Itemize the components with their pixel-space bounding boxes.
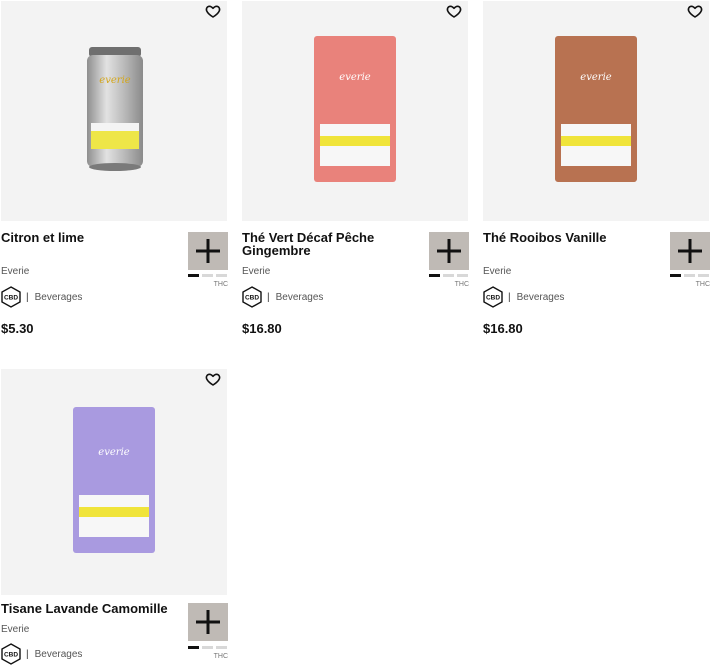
add-to-cart-button[interactable] [188,603,228,641]
cbd-hexagon-icon: CBD [1,286,21,308]
product-category: Beverages [34,648,83,660]
potency-bar [216,274,227,277]
product-name[interactable]: Thé Rooibos Vanille [483,231,661,244]
potency-bar [684,274,695,277]
product-card[interactable]: everie Citron et lime Everie CBD | Bever… [1,1,229,336]
product-card[interactable]: everie Tisane Lavande Camomille Everie C… [1,369,229,665]
product-logo: everie [580,72,612,83]
product-category: Beverages [516,291,565,303]
cbd-badge-text: CBD [4,295,18,302]
potency-bar [188,274,199,277]
add-to-cart-button[interactable] [429,232,469,270]
product-brand: Everie [1,266,30,277]
product-meta: CBD | Beverages [1,286,82,308]
potency-label: THC [454,281,469,288]
plus-icon [678,239,702,263]
potency-bar [188,646,199,649]
separator: | [26,291,29,303]
product-name[interactable]: Thé Vert Décaf Pêche Gingembre [242,231,420,257]
cbd-badge-text: CBD [4,652,18,659]
cbd-badge-text: CBD [486,295,500,302]
product-card[interactable]: everie Thé Vert Décaf Pêche Gingembre Ev… [242,1,470,336]
product-price: $16.80 [483,321,523,336]
product-pouch-image: everie [314,36,396,182]
product-logo: everie [339,72,371,83]
product-price: $16.80 [242,321,282,336]
favorite-heart-icon[interactable] [687,3,703,19]
potency-bar [202,274,213,277]
plus-icon [196,239,220,263]
product-image[interactable]: everie [483,1,709,221]
potency-label: THC [695,281,710,288]
add-to-cart-button[interactable] [188,232,228,270]
product-can-image: everie [87,47,143,171]
thc-potency-meter: THC [670,274,710,288]
thc-potency-meter: THC [188,646,228,660]
product-logo: everie [98,447,130,458]
add-to-cart-button[interactable] [670,232,710,270]
separator: | [26,648,29,660]
thc-potency-meter: THC [188,274,228,288]
product-name[interactable]: Tisane Lavande Camomille [1,602,187,615]
potency-bar [698,274,709,277]
product-pouch-image: everie [73,407,155,553]
product-category: Beverages [275,291,324,303]
product-image[interactable]: everie [1,1,227,221]
potency-bar [429,274,440,277]
product-meta: CBD | Beverages [1,643,82,665]
plus-icon [437,239,461,263]
product-card[interactable]: everie Thé Rooibos Vanille Everie CBD | … [483,1,711,336]
product-image[interactable]: everie [242,1,468,221]
product-price: $5.30 [1,321,34,336]
potency-bar [202,646,213,649]
potency-label: THC [213,281,228,288]
product-category: Beverages [34,291,83,303]
thc-potency-meter: THC [429,274,469,288]
cbd-hexagon-icon: CBD [1,643,21,665]
product-meta: CBD | Beverages [242,286,323,308]
potency-label: THC [213,653,228,660]
product-pouch-image: everie [555,36,637,182]
plus-icon [196,610,220,634]
product-brand: Everie [242,266,271,277]
product-logo: everie [99,75,131,86]
favorite-heart-icon[interactable] [446,3,462,19]
cbd-hexagon-icon: CBD [483,286,503,308]
separator: | [508,291,511,303]
cbd-hexagon-icon: CBD [242,286,262,308]
cbd-badge-text: CBD [245,295,259,302]
potency-bar [670,274,681,277]
product-name[interactable]: Citron et lime [1,231,179,244]
product-meta: CBD | Beverages [483,286,564,308]
potency-bar [443,274,454,277]
favorite-heart-icon[interactable] [205,3,221,19]
potency-bar [457,274,468,277]
product-warning-label [79,507,149,517]
favorite-heart-icon[interactable] [205,371,221,387]
product-brand: Everie [483,266,512,277]
separator: | [267,291,270,303]
product-warning-label [561,136,631,146]
product-warning-label [320,136,390,146]
potency-bar [216,646,227,649]
product-brand: Everie [1,624,30,635]
product-image[interactable]: everie [1,369,227,595]
